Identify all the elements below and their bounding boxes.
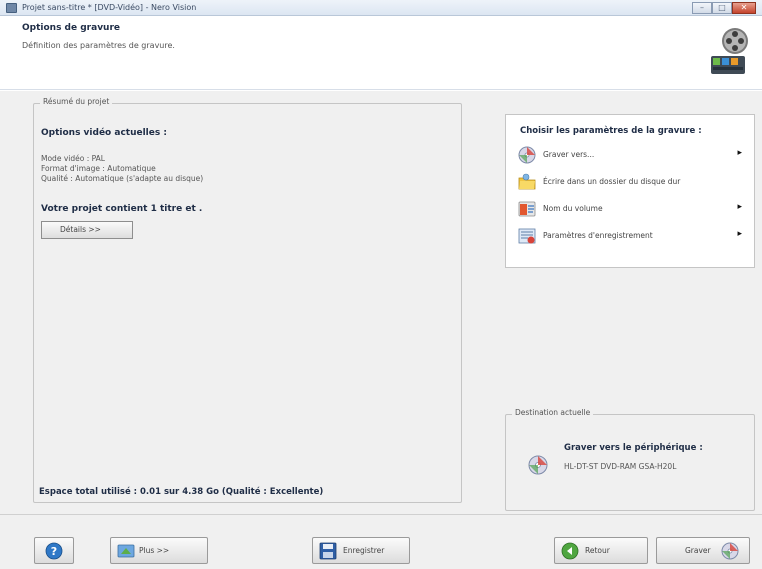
disc-burn-icon [721,542,739,560]
project-summary-group: Résumé du projet Options vidéo actuelles… [33,97,462,503]
project-summary-legend: Résumé du projet [40,97,113,106]
recording-settings-icon [518,228,536,244]
back-button-label: Retour [585,546,610,555]
help-icon: ? [45,542,63,560]
destination-title: Graver vers le périphérique : [564,443,703,453]
maximize-button[interactable]: □ [712,2,732,14]
destination-device: HL-DT-ST DVD-RAM GSA-H20L [564,462,677,471]
page-header: Options de gravure Définition des paramè… [0,16,762,90]
disc-burn-icon [518,146,536,164]
window-title: Projet sans-titre * [DVD-Vidéo] - Nero V… [22,3,197,12]
folder-icon [518,173,536,190]
save-button[interactable]: Enregistrer [312,537,410,564]
burn-to-item[interactable]: Graver vers... ▸ [518,145,746,165]
current-destination-group: Destination actuelle Graver vers le péri… [505,408,755,511]
floppy-disk-icon [319,542,337,560]
write-to-folder-item[interactable]: Écrire dans un dossier du disque dur [518,172,746,192]
disc-burn-icon [528,455,548,475]
main-content: Résumé du projet Options vidéo actuelles… [0,91,762,514]
help-button[interactable]: ? [34,537,74,564]
burn-button[interactable]: Graver [656,537,750,564]
video-mode-line: Mode vidéo : PAL [41,154,105,163]
quality-line: Qualité : Automatique (s'adapte au disqu… [41,174,204,183]
minimize-button[interactable]: – [692,2,712,14]
app-icon [6,3,17,13]
footer-bar: ? Plus >> Enregistrer Retour Graver [0,514,762,569]
svg-text:?: ? [51,545,57,558]
title-bar: Projet sans-titre * [DVD-Vidéo] - Nero V… [0,0,762,16]
close-button[interactable]: ✕ [732,2,756,14]
volume-name-label: Nom du volume [543,204,603,213]
page-subtitle: Définition des paramètres de gravure. [22,41,175,50]
write-to-folder-label: Écrire dans un dossier du disque dur [543,177,681,186]
window-controls: – □ ✕ [692,2,756,14]
project-contents-text: Votre projet contient 1 titre et . [41,204,203,214]
recording-settings-arrow-icon: ▸ [737,229,742,239]
image-format-line: Format d'image : Automatique [41,164,156,173]
back-button[interactable]: Retour [554,537,648,564]
burn-to-label: Graver vers... [543,150,595,159]
details-button[interactable]: Détails >> [41,221,133,239]
burn-settings-panel: Choisir les paramètres de la gravure : G… [505,114,755,268]
total-space-text: Espace total utilisé : 0.01 sur 4.38 Go … [39,487,324,497]
burn-settings-title: Choisir les paramètres de la gravure : [520,126,702,136]
volume-name-icon [518,201,536,217]
video-options-heading: Options vidéo actuelles : [41,128,167,138]
more-button-label: Plus >> [139,546,170,555]
save-button-label: Enregistrer [343,546,385,555]
current-destination-legend: Destination actuelle [512,408,594,417]
recording-settings-item[interactable]: Paramètres d'enregistrement ▸ [518,226,746,246]
burn-to-arrow-icon: ▸ [737,148,742,158]
burn-button-label: Graver [685,546,711,555]
volume-name-arrow-icon: ▸ [737,202,742,212]
more-button[interactable]: Plus >> [110,537,208,564]
recording-settings-label: Paramètres d'enregistrement [543,231,653,240]
page-title: Options de gravure [22,23,121,33]
back-arrow-icon [561,542,579,560]
more-icon [117,544,135,558]
volume-name-item[interactable]: Nom du volume ▸ [518,199,746,219]
film-reel-icon [711,28,748,74]
